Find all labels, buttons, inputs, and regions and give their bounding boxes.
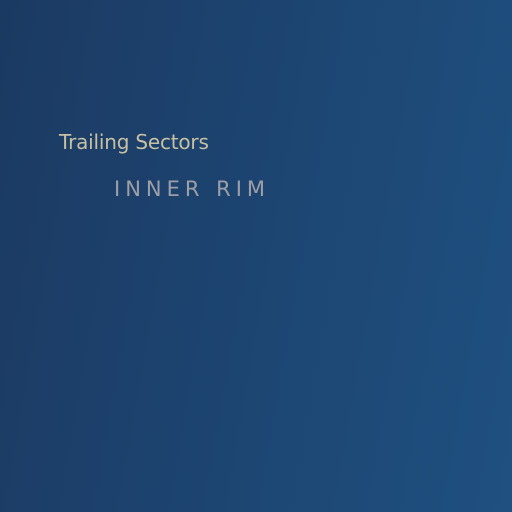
slide-background: { "heading": "Trailing Sectors", "subhea…: [0, 0, 512, 512]
section-heading: Trailing Sectors: [59, 130, 209, 154]
section-subheading: INNER RIM: [114, 177, 271, 201]
